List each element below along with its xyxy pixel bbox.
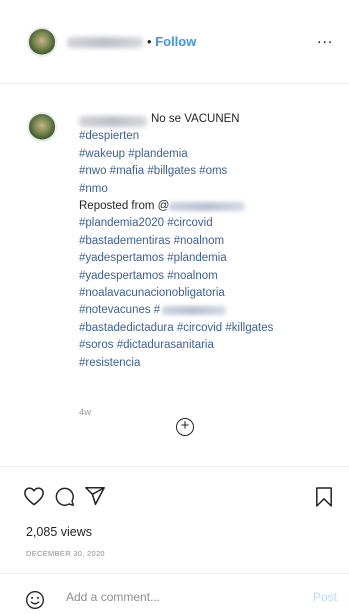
hashtag-line[interactable]: #bastadementiras #noalnom <box>79 233 341 250</box>
hashtag-line[interactable]: #wakeup #plandemia <box>79 146 341 163</box>
follow-button[interactable]: • Follow <box>147 34 196 49</box>
notevacunes-tag[interactable]: #notevacunes # <box>79 304 160 316</box>
hashtag-line[interactable]: #noalavacunacionobligatoria <box>79 285 341 302</box>
hashtag-line[interactable]: #despierten <box>79 128 341 145</box>
blurred-mention[interactable] <box>162 305 227 315</box>
caption-author-avatar[interactable] <box>27 112 57 142</box>
post-caption: No se VACUNEN #despierten #wakeup #pland… <box>79 111 341 372</box>
reposted-from-line: Reposted from @ <box>79 198 341 215</box>
author-username[interactable] <box>67 37 143 48</box>
comment-input[interactable]: Add a comment... <box>66 590 160 604</box>
hashtag-line[interactable]: #bastadedictadura #circovid #killgates <box>79 320 341 337</box>
divider <box>0 466 349 467</box>
hashtag-line[interactable]: #yadespertamos #plandemia <box>79 250 341 267</box>
heart-icon[interactable] <box>23 486 45 506</box>
post-date: DECEMBER 30, 2020 <box>26 549 105 558</box>
share-icon[interactable] <box>84 485 106 507</box>
caption-timestamp: 4w <box>79 407 92 418</box>
bookmark-icon[interactable] <box>315 486 333 508</box>
view-count[interactable]: 2,085 views <box>26 525 92 539</box>
hashtag-line[interactable]: #nmo <box>79 181 341 198</box>
reposted-from-label: Reposted from @ <box>79 200 170 213</box>
smiley-icon[interactable] <box>25 590 45 610</box>
author-avatar[interactable] <box>27 27 57 57</box>
caption-title-text: No se VACUNEN <box>151 113 240 125</box>
follow-label: Follow <box>155 34 197 49</box>
comment-icon[interactable] <box>54 486 75 507</box>
hashtag-line[interactable]: #soros #dictadurasanitaria <box>79 337 341 354</box>
plus-circle-icon[interactable]: + <box>176 418 194 436</box>
more-options-button[interactable]: ... <box>317 30 333 48</box>
hashtag-line[interactable]: #notevacunes # <box>79 302 341 319</box>
hashtag-line[interactable]: #nwo #mafia #billgates #oms <box>79 163 341 180</box>
hashtag-line[interactable]: #yadespertamos #noalnom <box>79 268 341 285</box>
divider <box>0 573 349 574</box>
post-header: • Follow ... <box>0 0 349 84</box>
caption-line: No se VACUNEN <box>79 111 341 128</box>
post-comment-button[interactable]: Post <box>313 590 337 604</box>
hashtag-line[interactable]: #plandemia2020 #circovid <box>79 215 341 232</box>
hashtag-line[interactable]: #resistencia <box>79 355 341 372</box>
reposted-username[interactable] <box>169 201 246 211</box>
follow-separator: • <box>147 34 152 49</box>
